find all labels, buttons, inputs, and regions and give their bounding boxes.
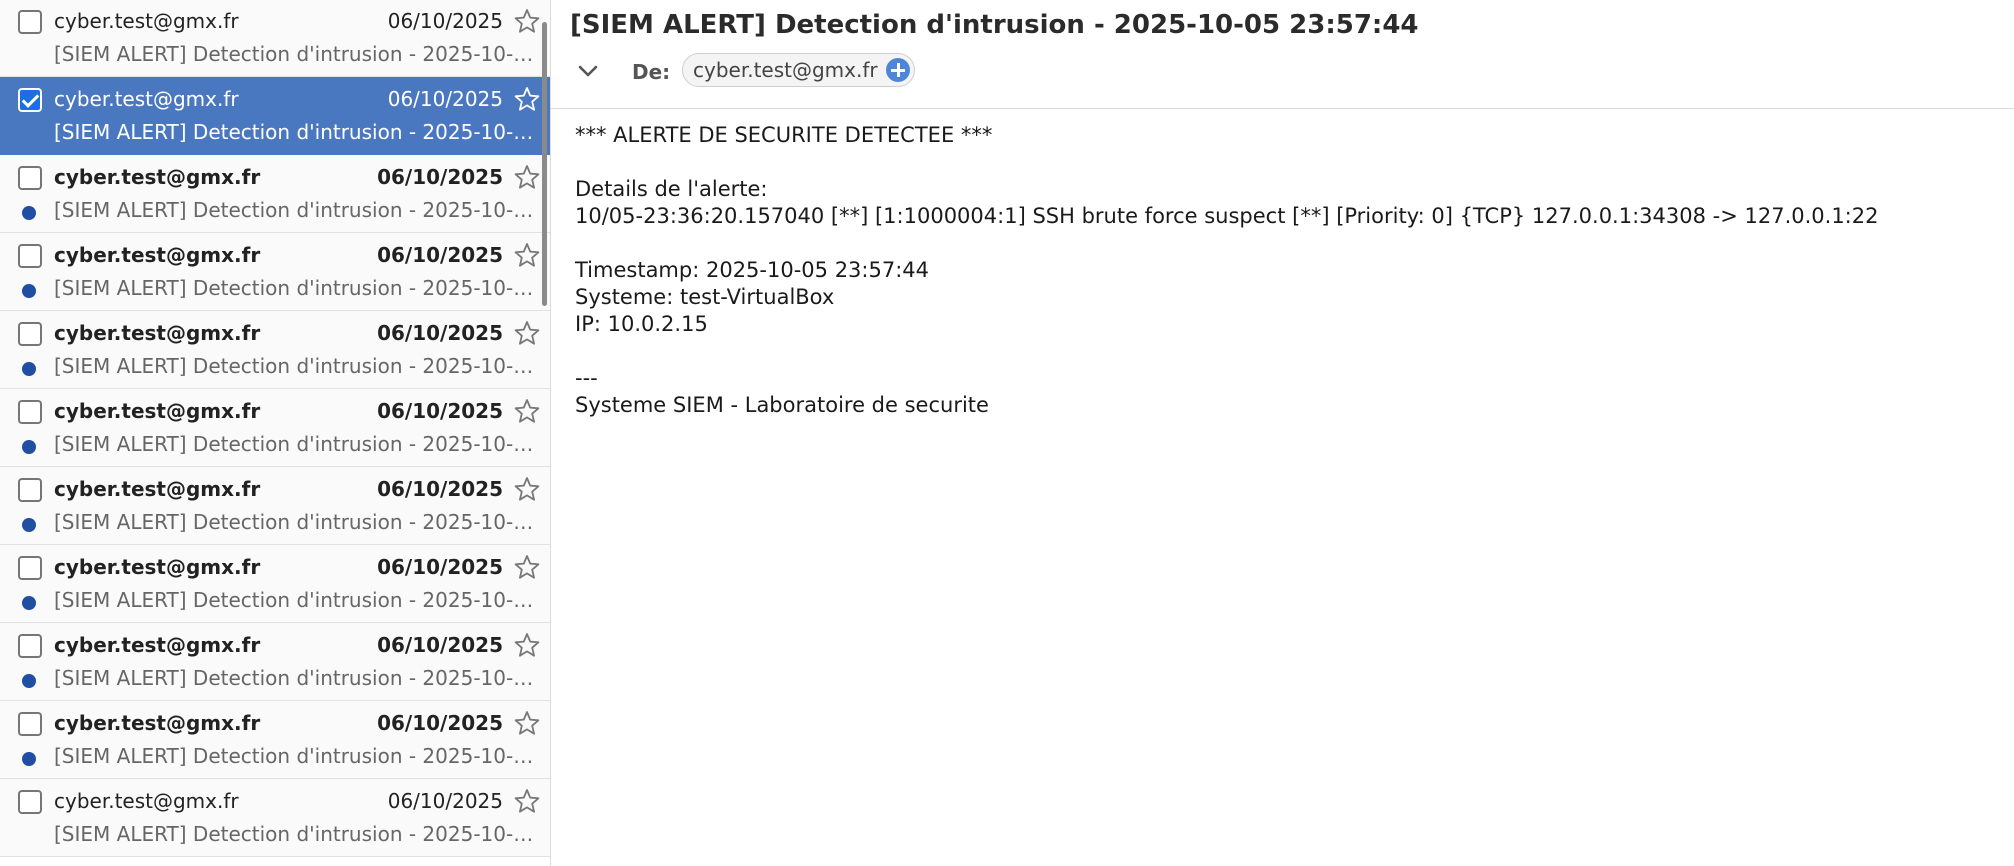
- unread-dot-icon[interactable]: [22, 596, 36, 610]
- message-checkbox[interactable]: [18, 10, 42, 34]
- message-checkbox[interactable]: [18, 712, 42, 736]
- message-row[interactable]: cyber.test@gmx.fr 06/10/2025 [SIEM ALERT] …: [0, 233, 550, 311]
- message-subject-preview: [SIEM ALERT] Detection d'intrusion - 202…: [54, 666, 536, 690]
- message-header: [SIEM ALERT] Detection d'intrusion - 202…: [551, 0, 2014, 109]
- message-row[interactable]: cyber.test@gmx.fr 06/10/2025 [SIEM ALERT] …: [0, 545, 550, 623]
- message-sender: cyber.test@gmx.fr: [54, 633, 261, 657]
- reading-pane: [SIEM ALERT] Detection d'intrusion - 202…: [551, 0, 2014, 866]
- sender-pill[interactable]: cyber.test@gmx.fr: [682, 53, 915, 87]
- plus-circle-icon[interactable]: [885, 58, 910, 82]
- message-subject-preview: [SIEM ALERT] Detection d'intrusion - 202…: [54, 822, 536, 846]
- message-subject-preview: [SIEM ALERT] Detection d'intrusion - 202…: [54, 42, 536, 66]
- body-blank-line: [575, 149, 2014, 176]
- unread-dot-icon[interactable]: [22, 674, 36, 688]
- unread-dot-icon[interactable]: [22, 206, 36, 220]
- message-checkbox[interactable]: [18, 478, 42, 502]
- body-blank-line: [575, 230, 2014, 257]
- message-checkbox[interactable]: [18, 634, 42, 658]
- chevron-down-icon[interactable]: [575, 58, 601, 84]
- message-date: 06/10/2025: [377, 555, 503, 579]
- star-outline-icon[interactable]: [513, 241, 541, 269]
- star-outline-icon[interactable]: [513, 397, 541, 425]
- message-date: 06/10/2025: [377, 243, 503, 267]
- message-list-scrollbar[interactable]: [542, 22, 547, 306]
- message-subject: [SIEM ALERT] Detection d'intrusion - 202…: [570, 10, 1419, 40]
- message-row[interactable]: cyber.test@gmx.fr 06/10/2025 [SIEM ALERT] …: [0, 155, 550, 233]
- body-line: *** ALERTE DE SECURITE DETECTEE ***: [575, 123, 993, 147]
- message-date: 06/10/2025: [387, 9, 503, 33]
- message-subject-preview: [SIEM ALERT] Detection d'intrusion - 202…: [54, 198, 536, 222]
- message-checkbox[interactable]: [18, 556, 42, 580]
- body-line: Systeme SIEM - Laboratoire de securite: [575, 393, 989, 417]
- message-row[interactable]: cyber.test@gmx.fr 06/10/2025 [SIEM ALERT] …: [0, 623, 550, 701]
- star-outline-icon[interactable]: [513, 319, 541, 347]
- star-outline-icon[interactable]: [513, 553, 541, 581]
- message-subject-preview: [SIEM ALERT] Detection d'intrusion - 202…: [54, 432, 536, 456]
- star-outline-icon[interactable]: [513, 475, 541, 503]
- message-date: 06/10/2025: [377, 321, 503, 345]
- body-line: Systeme: test-VirtualBox: [575, 285, 835, 309]
- message-subject-preview: [SIEM ALERT] Detection d'intrusion - 202…: [54, 276, 536, 300]
- message-date: 06/10/2025: [387, 789, 503, 813]
- message-subject-preview: [SIEM ALERT] Detection d'intrusion - 202…: [54, 588, 536, 612]
- message-row[interactable]: cyber.test@gmx.fr 06/10/2025 [SIEM ALERT] …: [0, 389, 550, 467]
- message-row[interactable]: cyber.test@gmx.fr 06/10/2025 [SIEM ALERT] …: [0, 467, 550, 545]
- message-sender: cyber.test@gmx.fr: [54, 711, 261, 735]
- message-sender: cyber.test@gmx.fr: [54, 243, 261, 267]
- message-checkbox[interactable]: [18, 790, 42, 814]
- mail-app: cyber.test@gmx.fr 06/10/2025 [SIEM ALERT] …: [0, 0, 2014, 866]
- star-outline-icon[interactable]: [513, 787, 541, 815]
- body-line: IP: 10.0.2.15: [575, 312, 708, 336]
- star-outline-icon[interactable]: [513, 709, 541, 737]
- sender-address: cyber.test@gmx.fr: [693, 58, 878, 82]
- message-row[interactable]: cyber.test@gmx.fr 06/10/2025 [SIEM ALERT] …: [0, 0, 550, 77]
- message-date: 06/10/2025: [377, 165, 503, 189]
- message-body: *** ALERTE DE SECURITE DETECTEE *** Detai…: [575, 122, 2014, 419]
- message-row[interactable]: cyber.test@gmx.fr 06/10/2025 [SIEM ALERT] …: [0, 77, 550, 155]
- message-row[interactable]: cyber.test@gmx.fr 06/10/2025 [SIEM ALERT] …: [0, 311, 550, 389]
- star-outline-icon[interactable]: [513, 163, 541, 191]
- unread-dot-icon[interactable]: [22, 440, 36, 454]
- star-outline-icon[interactable]: [513, 85, 541, 113]
- message-date: 06/10/2025: [377, 633, 503, 657]
- star-outline-icon[interactable]: [513, 631, 541, 659]
- message-checkbox[interactable]: [18, 322, 42, 346]
- message-subject-preview: [SIEM ALERT] Detection d'intrusion - 202…: [54, 744, 536, 768]
- message-subject-preview: [SIEM ALERT] Detection d'intrusion - 202…: [54, 510, 536, 534]
- message-subject-preview: [SIEM ALERT] Detection d'intrusion - 202…: [54, 120, 536, 144]
- unread-dot-icon[interactable]: [22, 752, 36, 766]
- message-subject-preview: [SIEM ALERT] Detection d'intrusion - 202…: [54, 354, 536, 378]
- message-sender: cyber.test@gmx.fr: [54, 477, 261, 501]
- body-line: 10/05-23:36:20.157040 [**] [1:1000004:1]…: [575, 204, 1879, 228]
- message-checkbox[interactable]: [18, 88, 42, 112]
- message-sender: cyber.test@gmx.fr: [54, 9, 239, 33]
- message-sender: cyber.test@gmx.fr: [54, 555, 261, 579]
- message-checkbox[interactable]: [18, 166, 42, 190]
- message-sender: cyber.test@gmx.fr: [54, 321, 261, 345]
- message-row[interactable]: cyber.test@gmx.fr 06/10/2025 [SIEM ALERT] …: [0, 779, 550, 857]
- message-list: cyber.test@gmx.fr 06/10/2025 [SIEM ALERT] …: [0, 0, 551, 866]
- star-outline-icon[interactable]: [513, 7, 541, 35]
- message-date: 06/10/2025: [377, 711, 503, 735]
- message-date: 06/10/2025: [377, 477, 503, 501]
- message-checkbox[interactable]: [18, 400, 42, 424]
- body-line: Timestamp: 2025-10-05 23:57:44: [575, 258, 930, 282]
- message-sender: cyber.test@gmx.fr: [54, 399, 261, 423]
- body-blank-line: [575, 338, 2014, 365]
- message-checkbox[interactable]: [18, 244, 42, 268]
- message-sender: cyber.test@gmx.fr: [54, 165, 261, 189]
- message-date: 06/10/2025: [377, 399, 503, 423]
- unread-dot-icon[interactable]: [22, 284, 36, 298]
- message-date: 06/10/2025: [387, 87, 503, 111]
- body-line: ---: [575, 366, 598, 390]
- unread-dot-icon[interactable]: [22, 362, 36, 376]
- unread-dot-icon[interactable]: [22, 518, 36, 532]
- message-row[interactable]: cyber.test@gmx.fr 06/10/2025 [SIEM ALERT] …: [0, 701, 550, 779]
- from-label: De:: [632, 60, 671, 84]
- message-sender: cyber.test@gmx.fr: [54, 789, 239, 813]
- body-line: Details de l'alerte:: [575, 177, 768, 201]
- message-sender: cyber.test@gmx.fr: [54, 87, 239, 111]
